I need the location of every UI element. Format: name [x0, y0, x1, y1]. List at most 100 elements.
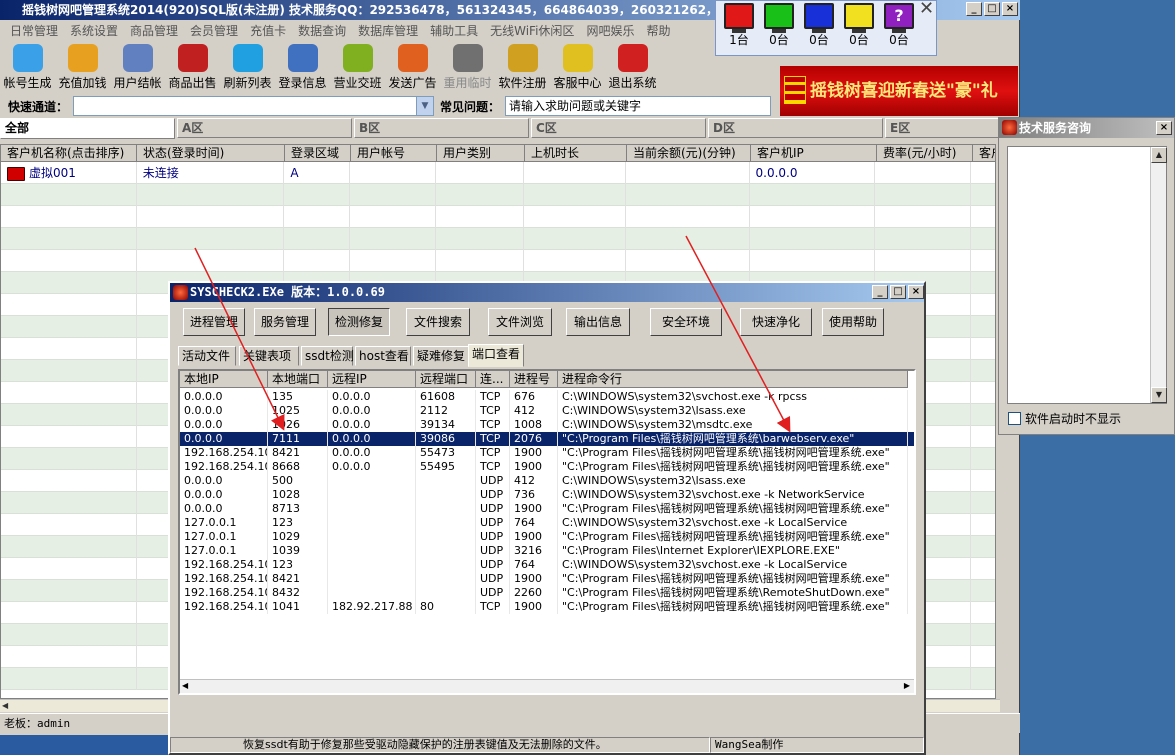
status-monitor-item[interactable]: 0台	[840, 3, 878, 48]
list-item[interactable]: 192.168.254.10584210.0.0.055473TCP1900"C…	[180, 446, 914, 460]
port-list-horizontal-scrollbar[interactable]: ◀ ▶	[180, 679, 914, 693]
toolbar-button[interactable]: 充值加钱	[55, 42, 110, 92]
toolbar-button[interactable]: 快速净化	[740, 308, 812, 336]
list-item[interactable]: 0.0.0.0 1025 0.0.0.0 2112 TCP 412 C:\WINDOWS\s…	[180, 404, 914, 418]
grid-column-header[interactable]: 客户	[973, 145, 995, 162]
scroll-up-icon[interactable]: ▲	[1151, 147, 1167, 163]
toolbar-button[interactable]: 服务管理	[254, 308, 316, 336]
list-item[interactable]: 192.168.254.1058432 UDP2260"C:\Program Fi…	[180, 586, 914, 600]
grid-column-header[interactable]: 上机时长	[525, 145, 627, 162]
list-item[interactable]: 0.0.0.0 1026 0.0.0.0 39134 TCP 1008 C:\WINDOWS…	[180, 418, 914, 432]
chevron-down-icon[interactable]: ▼	[416, 97, 433, 115]
menu-item[interactable]: 数据库管理	[352, 22, 424, 39]
toolbar-button[interactable]: 输出信息	[566, 308, 630, 336]
list-column-header[interactable]: 连...	[476, 371, 510, 388]
grid-column-header[interactable]: 登录区域	[285, 145, 351, 162]
dialog-close-button[interactable]: ×	[908, 285, 924, 299]
grid-column-header[interactable]: 用户帐号	[351, 145, 437, 162]
status-monitor-item[interactable]: 0台	[800, 3, 838, 48]
grid-column-header[interactable]: 费率(元/小时)	[877, 145, 973, 162]
table-row[interactable]	[1, 228, 995, 250]
list-item[interactable]: 127.0.0.1 123 UDP 764 C:\WINDOWS\system32\sv…	[180, 516, 914, 530]
list-item[interactable]: 192.168.254.10586680.0.0.055495TCP1900"C…	[180, 460, 914, 474]
toolbar-button[interactable]: 发送广告	[385, 42, 440, 92]
minimize-button[interactable]: _	[966, 2, 982, 16]
table-row[interactable]	[1, 184, 995, 206]
toolbar-button[interactable]: 文件搜索	[406, 308, 470, 336]
tab[interactable]: 疑难修复	[413, 346, 469, 366]
promo-banner[interactable]: 摇钱树喜迎新春送"豪"礼	[780, 66, 1018, 116]
list-column-header[interactable]: 本地IP	[180, 371, 268, 388]
menu-item[interactable]: 数据查询	[292, 22, 352, 39]
list-item[interactable]: 192.168.254.1058421 UDP1900"C:\Program Fi…	[180, 572, 914, 586]
menu-item[interactable]: 帮助	[640, 22, 676, 39]
tab[interactable]: 关键表项	[239, 346, 299, 366]
list-item[interactable]: 192.168.254.105123 UDP764C:\WINDOWS\syste…	[180, 558, 914, 572]
grid-column-header[interactable]: 当前余额(元)(分钟)	[627, 145, 751, 162]
scroll-right-icon[interactable]: ▶	[904, 681, 910, 690]
list-item[interactable]: 0.0.0.0 8713 UDP 1900 "C:\Program Files\摇钱树网…	[180, 502, 914, 516]
toolbar-button[interactable]: 刷新列表	[220, 42, 275, 92]
zone-tab[interactable]: D区	[708, 118, 883, 138]
tab[interactable]: host查看	[355, 346, 411, 366]
toolbar-button[interactable]: 商品出售	[165, 42, 220, 92]
dialog-maximize-button[interactable]: □	[890, 285, 906, 299]
toolbar-button[interactable]: 用户结帐	[110, 42, 165, 92]
toolbar-button[interactable]: 使用帮助	[822, 308, 884, 336]
status-monitor-item[interactable]: ? 0台	[880, 3, 918, 48]
toolbar-button[interactable]: 帐号生成	[0, 42, 55, 92]
consult-vertical-scrollbar[interactable]: ▲ ▼	[1150, 147, 1167, 403]
monitor-close-icon[interactable]: ✕	[919, 0, 934, 19]
close-button[interactable]: ×	[1002, 2, 1018, 16]
toolbar-button[interactable]: 文件浏览	[488, 308, 552, 336]
table-row[interactable]	[1, 206, 995, 228]
zone-tab[interactable]: A区	[177, 118, 352, 138]
list-column-header[interactable]: 远程端口	[416, 371, 476, 388]
zone-tab[interactable]: C区	[531, 118, 706, 138]
list-item[interactable]: 0.0.0.0 1028 UDP 736 C:\WINDOWS\system32\svc…	[180, 488, 914, 502]
list-column-header[interactable]: 进程命令行	[558, 371, 908, 388]
menu-item[interactable]: 会员管理	[184, 22, 244, 39]
list-item[interactable]: 0.0.0.0 7111 0.0.0.0 39086 TCP 2076 "C:\Progra…	[180, 431, 914, 447]
tab[interactable]: 端口查看	[468, 344, 524, 367]
consult-content-area[interactable]: ▲ ▼	[1007, 146, 1167, 404]
toolbar-button[interactable]: 进程管理	[183, 308, 245, 336]
grid-column-header[interactable]: 用户类别	[437, 145, 525, 162]
toolbar-button[interactable]: 检测修复	[328, 308, 390, 336]
status-monitor-item[interactable]: 1台	[720, 3, 758, 48]
faq-search-input[interactable]: 请输入求助问题或关键字	[505, 96, 771, 116]
grid-column-header[interactable]: 状态(登录时间)	[137, 145, 285, 162]
menu-item[interactable]: 充值卡	[244, 22, 292, 39]
zone-tab[interactable]: B区	[354, 118, 529, 138]
list-column-header[interactable]: 进程号	[510, 371, 558, 388]
grid-column-header[interactable]: 客户机IP	[751, 145, 877, 162]
scroll-left-icon[interactable]: ◀	[182, 681, 188, 690]
hide-on-startup-checkbox[interactable]	[1008, 412, 1021, 425]
grid-column-header[interactable]: 客户机名称(点击排序)	[1, 145, 137, 162]
list-item[interactable]: 192.168.254.1051041182.92.217.8880TCP190…	[180, 600, 914, 614]
dialog-minimize-button[interactable]: _	[872, 285, 888, 299]
table-row[interactable]: 虚拟001 未连接 A 0.0.0.0	[1, 162, 995, 184]
zone-tab[interactable]: 全部	[0, 118, 175, 139]
menu-item[interactable]: 辅助工具	[424, 22, 484, 39]
toolbar-button[interactable]: 登录信息	[275, 42, 330, 92]
menu-item[interactable]: 网吧娱乐	[580, 22, 640, 39]
consult-close-button[interactable]: ×	[1156, 121, 1172, 135]
tab[interactable]: ssdt检测	[301, 346, 354, 366]
list-item[interactable]: 0.0.0.0 135 0.0.0.0 61608 TCP 676 C:\WINDOWS\s…	[180, 390, 914, 404]
quick-channel-select[interactable]: ▼	[73, 96, 434, 116]
status-monitor-item[interactable]: 0台	[760, 3, 798, 48]
scroll-down-icon[interactable]: ▼	[1151, 387, 1167, 403]
menu-item[interactable]: 无线WiFi休闲区	[484, 22, 580, 39]
toolbar-button[interactable]: 退出系统	[605, 42, 660, 92]
list-column-header[interactable]: 远程IP	[328, 371, 416, 388]
toolbar-button[interactable]: 重用临时	[440, 42, 495, 92]
tab[interactable]: 活动文件	[178, 346, 236, 366]
maximize-button[interactable]: □	[984, 2, 1000, 16]
scroll-left-icon[interactable]: ◀	[2, 701, 8, 710]
list-item[interactable]: 127.0.0.1 1039 UDP 3216 "C:\Program Files\In…	[180, 544, 914, 558]
table-row[interactable]	[1, 250, 995, 272]
toolbar-button[interactable]: 营业交班	[330, 42, 385, 92]
menu-item[interactable]: 系统设置	[64, 22, 124, 39]
menu-item[interactable]: 日常管理	[4, 22, 64, 39]
